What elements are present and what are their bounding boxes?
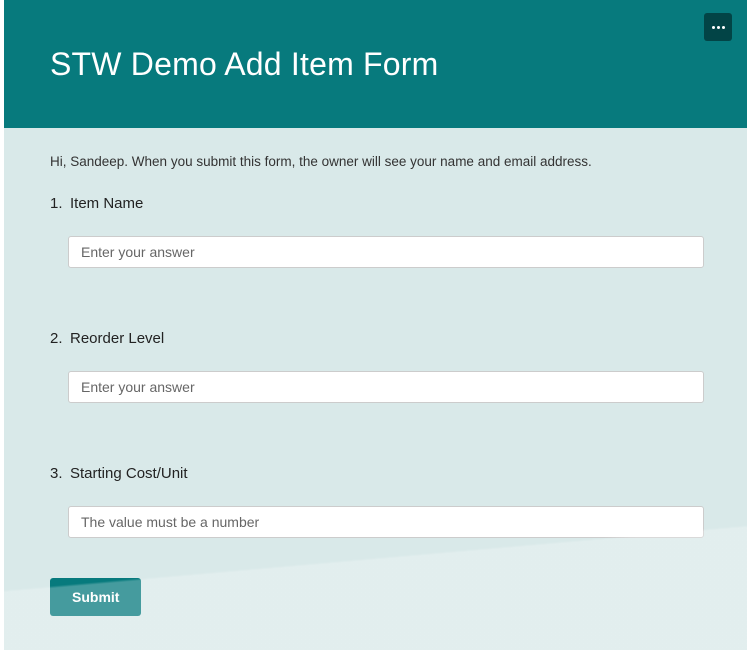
submit-button[interactable]: Submit	[50, 578, 141, 616]
starting-cost-input[interactable]	[68, 506, 704, 538]
questions-section: 1. Item Name 2. Reorder Level 3. Startin…	[4, 169, 747, 538]
question-reorder-level: 2. Reorder Level	[50, 330, 701, 403]
question-number: 2.	[50, 330, 64, 347]
ellipsis-icon	[712, 26, 725, 29]
question-text: Reorder Level	[70, 330, 164, 347]
intro-text: Hi, Sandeep. When you submit this form, …	[4, 128, 747, 169]
question-text: Starting Cost/Unit	[70, 465, 188, 482]
question-starting-cost: 3. Starting Cost/Unit	[50, 465, 701, 538]
form-title: STW Demo Add Item Form	[50, 46, 438, 83]
reorder-level-input[interactable]	[68, 371, 704, 403]
question-number: 3.	[50, 465, 64, 482]
form-header: STW Demo Add Item Form	[4, 0, 747, 128]
question-label: 1. Item Name	[50, 195, 701, 212]
question-text: Item Name	[70, 195, 143, 212]
item-name-input[interactable]	[68, 236, 704, 268]
question-item-name: 1. Item Name	[50, 195, 701, 268]
more-options-button[interactable]	[704, 13, 732, 41]
question-number: 1.	[50, 195, 64, 212]
question-label: 2. Reorder Level	[50, 330, 701, 347]
question-label: 3. Starting Cost/Unit	[50, 465, 701, 482]
